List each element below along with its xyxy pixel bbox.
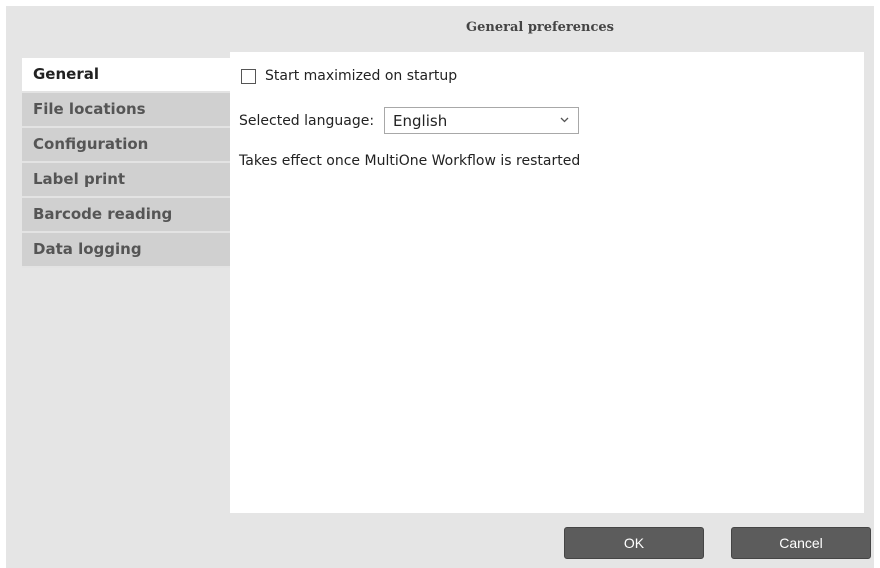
start-maximized-row: Start maximized on startup [241, 68, 457, 84]
start-maximized-checkbox[interactable] [241, 68, 256, 84]
sidebar-item-general[interactable]: General [22, 58, 230, 93]
sidebar-item-data-logging[interactable]: Data logging [22, 233, 230, 268]
preferences-dialog: General preferences General File locatio… [6, 6, 874, 568]
ok-button[interactable]: OK [564, 527, 704, 559]
language-select-value: English [393, 111, 448, 130]
language-select[interactable]: English [384, 107, 580, 134]
cancel-button[interactable]: Cancel [731, 527, 871, 559]
sidebar-item-configuration[interactable]: Configuration [22, 128, 230, 163]
language-row: Selected language: English [239, 107, 580, 134]
start-maximized-label: Start maximized on startup [265, 68, 458, 84]
language-label: Selected language: [239, 112, 375, 129]
chevron-down-icon [560, 115, 569, 126]
sidebar-item-file-locations[interactable]: File locations [22, 93, 230, 128]
general-settings-panel: Start maximized on startup Selected lang… [230, 52, 864, 513]
sidebar-item-label-print[interactable]: Label print [22, 163, 230, 198]
dialog-title: General preferences [466, 20, 614, 35]
restart-note: Takes effect once MultiOne Workflow is r… [239, 153, 581, 169]
sidebar: General File locations Configuration Lab… [22, 58, 230, 268]
sidebar-item-barcode-reading[interactable]: Barcode reading [22, 198, 230, 233]
